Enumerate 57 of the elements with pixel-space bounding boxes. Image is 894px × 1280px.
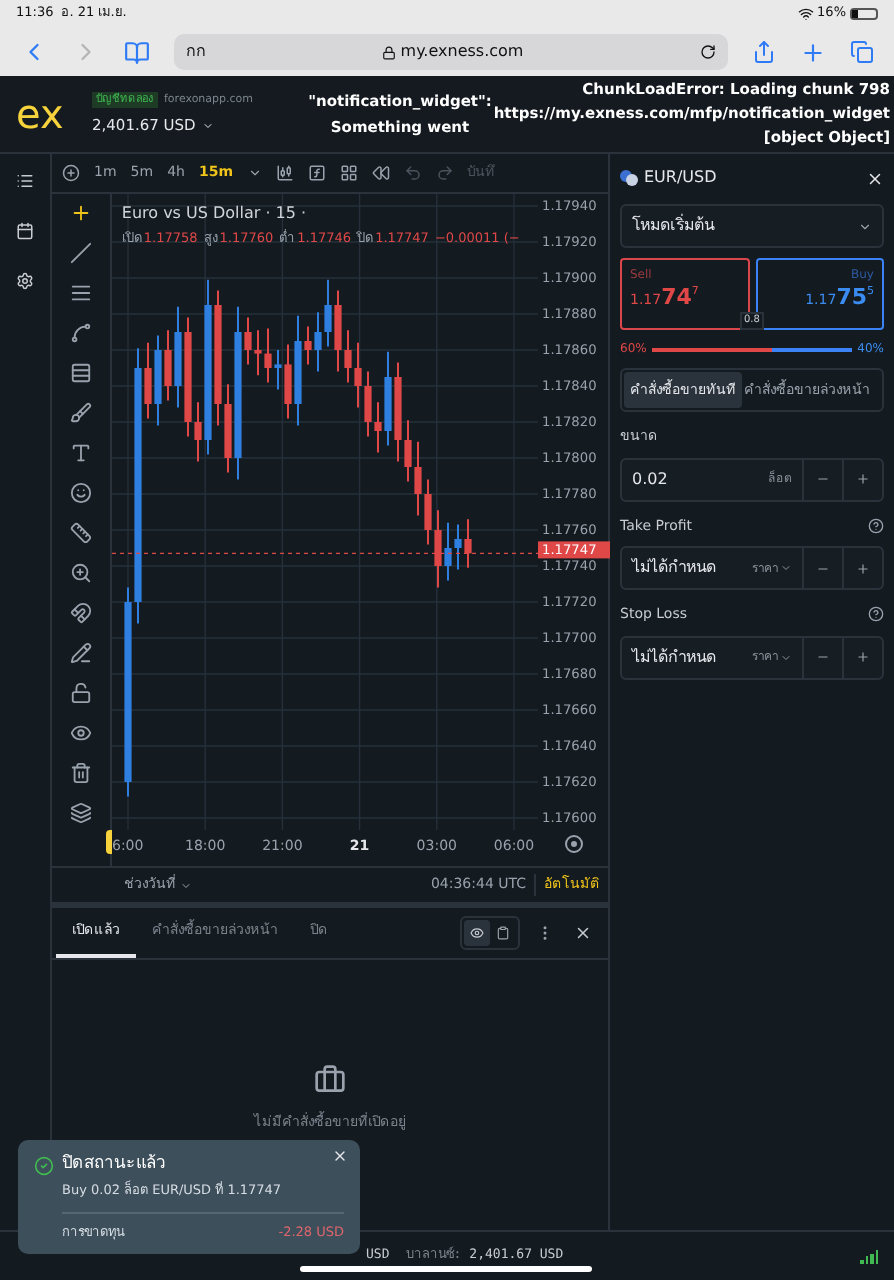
address-bar[interactable]: กก my.exness.com (174, 34, 728, 70)
caret-icon (858, 219, 872, 233)
trash-icon[interactable] (69, 762, 92, 784)
brush-icon[interactable] (69, 402, 92, 424)
calendar-icon[interactable] (16, 222, 34, 240)
layers-icon[interactable] (69, 802, 92, 824)
menu-icon[interactable] (16, 172, 34, 190)
close-icon[interactable] (332, 1148, 348, 1164)
unlock-icon[interactable] (69, 682, 92, 704)
lock-icon (382, 45, 397, 59)
magnet-icon[interactable] (69, 602, 92, 624)
lines-icon[interactable] (69, 282, 92, 304)
crosshair-icon[interactable] (69, 202, 92, 224)
target-icon[interactable] (564, 835, 583, 853)
url-text: my.exness.com (400, 40, 524, 64)
eye-icon (470, 926, 484, 940)
caret-icon (201, 119, 214, 132)
close-icon[interactable] (574, 924, 592, 942)
zoom-in-icon[interactable] (69, 562, 92, 584)
pattern-icon[interactable] (69, 322, 92, 344)
help-icon[interactable] (868, 606, 884, 623)
settings-icon[interactable] (16, 272, 34, 290)
clipboard-icon (496, 926, 510, 940)
channel-icon[interactable] (69, 362, 92, 384)
replay-icon[interactable] (371, 164, 389, 182)
caret-icon (180, 879, 192, 891)
success-icon (34, 1156, 54, 1176)
grid-icon[interactable] (339, 164, 357, 182)
chart-title: Euro vs US Dollar · 15 · (121, 202, 309, 226)
text-size-button[interactable]: กก (186, 40, 206, 64)
smile-icon[interactable] (69, 482, 92, 504)
ruler-icon[interactable] (69, 522, 92, 544)
trend-line-icon[interactable] (69, 242, 92, 264)
signal-icon (860, 1249, 878, 1263)
logo[interactable]: ex (16, 94, 92, 134)
close-icon[interactable] (866, 169, 884, 187)
text-icon[interactable] (69, 442, 92, 464)
eye-icon[interactable] (69, 722, 92, 744)
pencil-icon[interactable] (69, 642, 92, 664)
caret-icon[interactable] (247, 166, 261, 180)
view-mode-button[interactable] (464, 920, 490, 946)
help-icon[interactable] (868, 517, 884, 534)
symbol-title: EUR/USD (644, 166, 719, 190)
bookmarks-icon[interactable] (124, 39, 150, 65)
battery-icon (850, 8, 878, 20)
briefcase-icon (314, 1064, 346, 1096)
mode-dropdown[interactable]: โหมดเริ่มต้น (620, 204, 884, 248)
flag-icon (620, 170, 638, 186)
wifi-icon (797, 6, 814, 22)
new-tab-icon[interactable] (800, 39, 826, 65)
share-icon[interactable] (752, 40, 776, 64)
function-icon[interactable] (307, 164, 325, 182)
reload-icon[interactable] (700, 44, 716, 60)
add-icon[interactable] (62, 164, 80, 182)
toast-title: ปิดสถานะแล้ว (62, 1152, 166, 1178)
candles-icon[interactable] (275, 164, 293, 182)
tabs-icon[interactable] (850, 40, 874, 64)
